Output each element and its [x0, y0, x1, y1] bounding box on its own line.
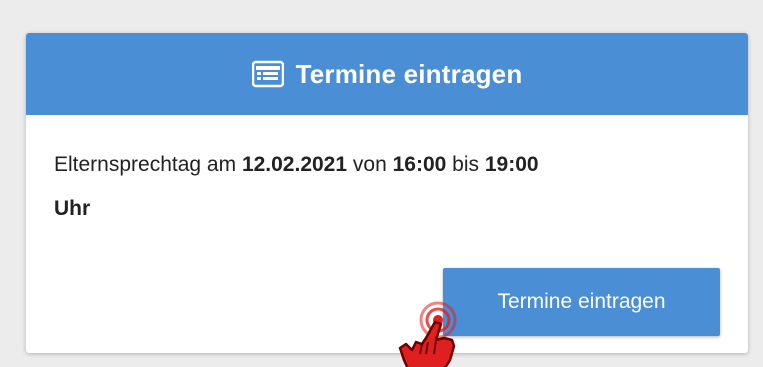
card-body: Elternsprechtag am 12.02.2021 von 16:00 … [26, 115, 748, 231]
info-date: 12.02.2021 [241, 153, 348, 176]
card-title: Termine eintragen [295, 58, 523, 89]
info-end-time: 19:00 [484, 153, 539, 176]
info-prefix: Elternsprechtag am [54, 153, 237, 176]
info-unit: Uhr [54, 197, 91, 220]
appointment-info: Elternsprechtag am 12.02.2021 von 16:00 … [54, 143, 720, 231]
info-start-time: 16:00 [392, 153, 447, 176]
list-icon [251, 60, 284, 88]
card-header: Termine eintragen [26, 33, 748, 115]
hand-pointer-icon [392, 298, 472, 367]
page: Termine eintragen Elternsprechtag am 12.… [0, 0, 763, 367]
info-from-word: von [352, 153, 387, 176]
enter-appointments-button[interactable]: Termine eintragen [443, 268, 720, 336]
info-to-word: bis [452, 153, 480, 176]
